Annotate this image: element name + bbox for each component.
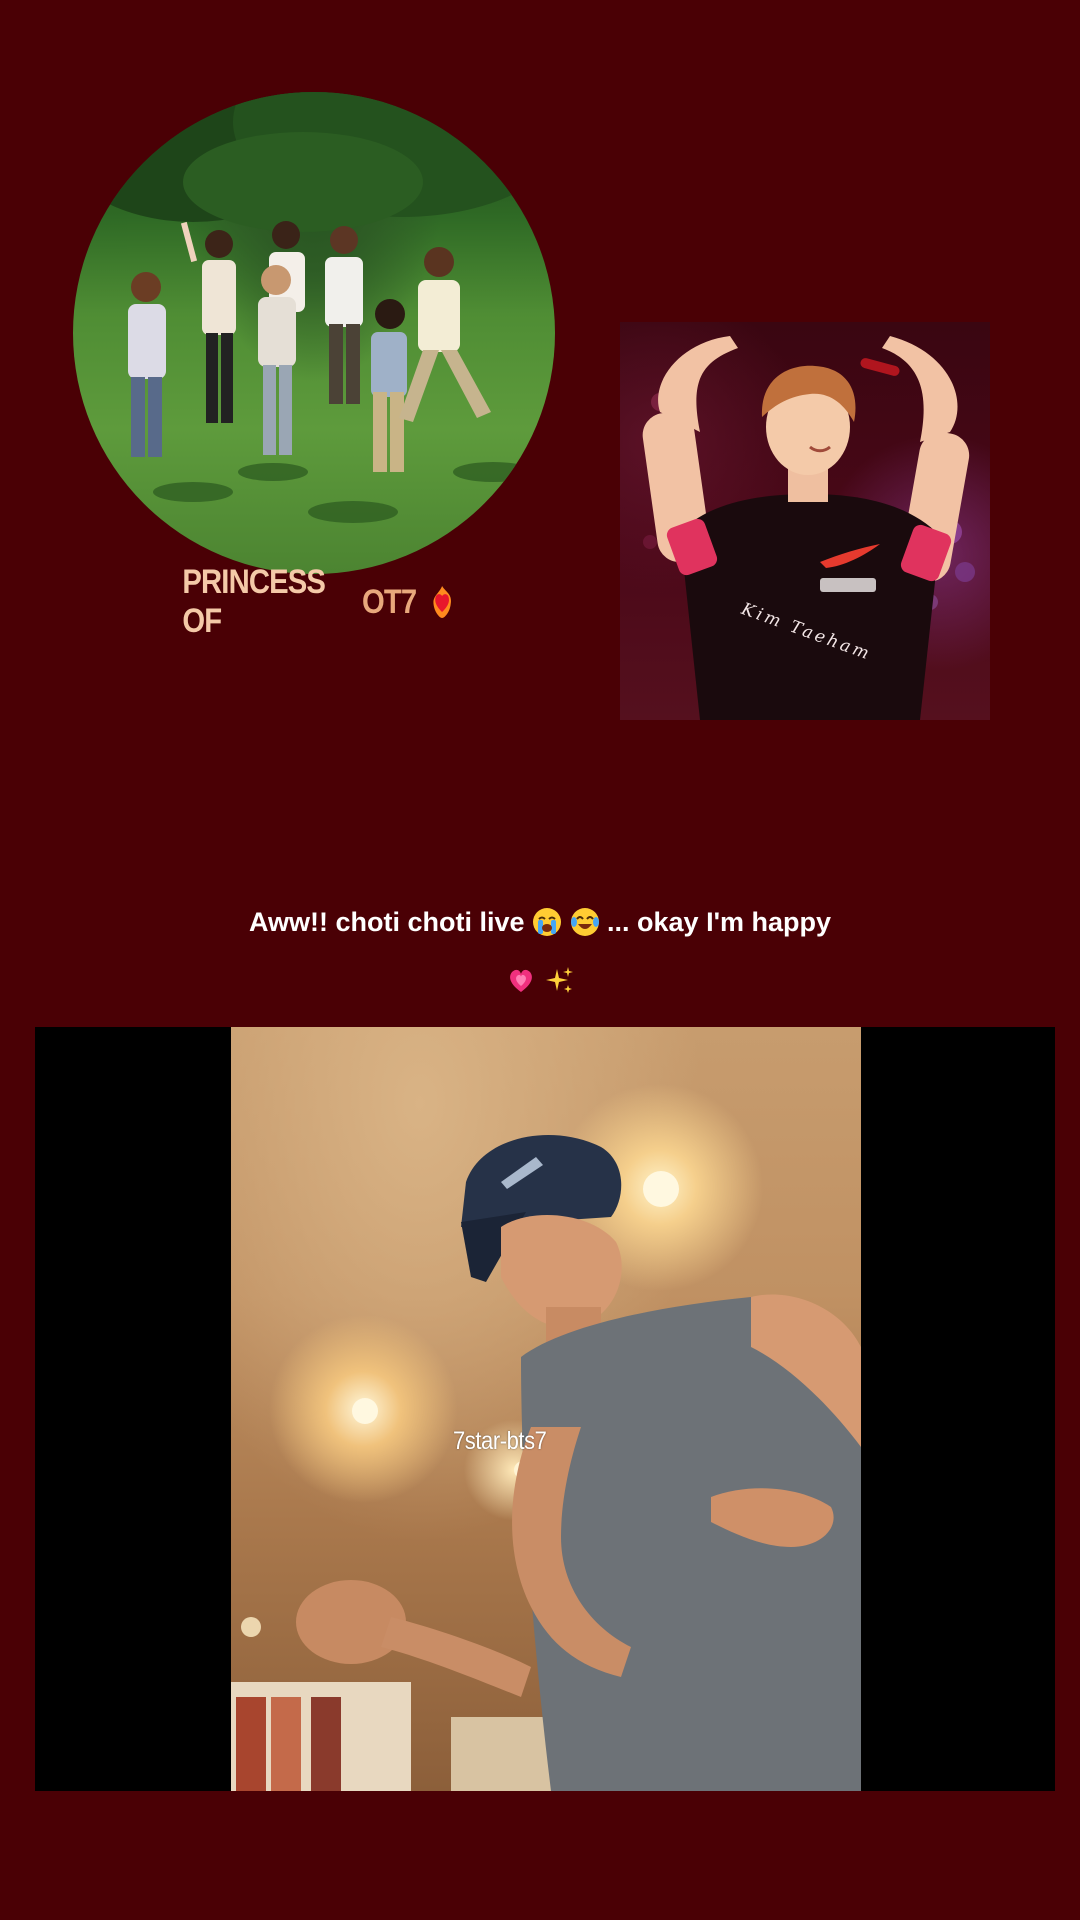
caption-text-end: ... okay I'm happy [607,907,832,937]
growing-heart-emoji-icon [506,957,536,992]
heart-on-fire-emoji-icon [427,584,458,620]
caption-line-2 [120,951,960,1009]
group-photo-caption: PRINCESS OF OT7 [182,563,458,640]
caption-princess-of: PRINCESS OF [182,563,326,640]
caption-line-1: Aww!! choti choti live ... okay I'm happ… [120,893,960,951]
tears-of-joy-emoji-icon [570,899,600,936]
group-photo [73,92,555,574]
caption-text-start: Aww!! choti choti live [248,907,525,937]
caption-ot7: OT7 [362,582,417,621]
video-frame-content: 7star-bts7 [231,1027,861,1791]
story-canvas: PRINCESS OF OT7 Kim Taeham Aww!! choti c… [0,0,1080,1920]
concert-photo: Kim Taeham [620,322,990,720]
video-player[interactable]: 7star-bts7 [35,1027,1055,1791]
post-caption: Aww!! choti choti live ... okay I'm happ… [120,893,960,1009]
loudly-crying-face-emoji-icon [532,899,562,936]
sparkles-emoji-icon [544,957,574,993]
video-watermark: 7star-bts7 [453,1427,547,1455]
